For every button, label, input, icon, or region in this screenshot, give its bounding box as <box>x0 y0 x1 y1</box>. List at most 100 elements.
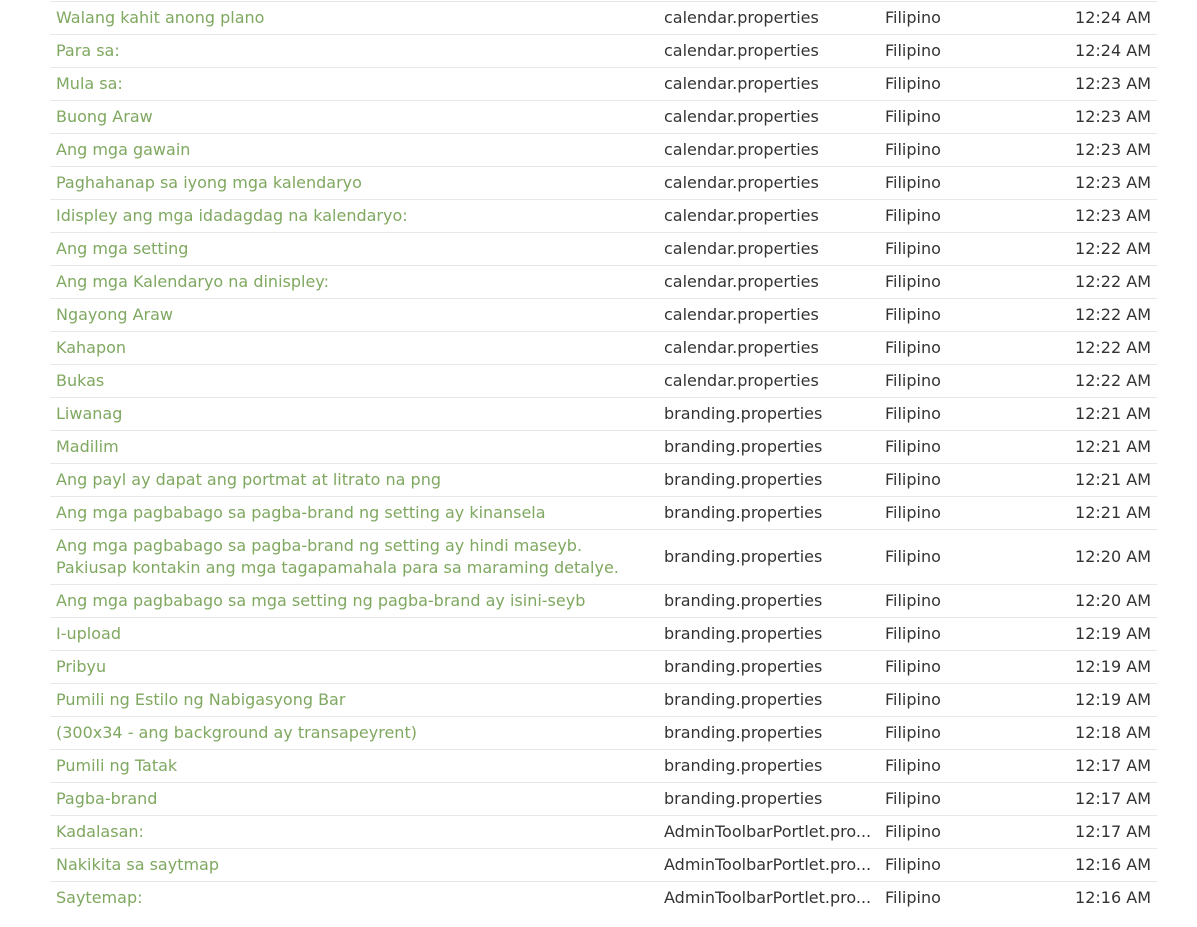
translation-text-cell: Ang mga gawain <box>50 134 658 167</box>
translation-text-link[interactable]: Ang mga pagbabago sa mga setting ng pagb… <box>56 591 585 610</box>
resource-file-cell: calendar.properties <box>664 8 819 27</box>
table-row: Ang payl ay dapat ang portmat at litrato… <box>50 463 1157 497</box>
translation-text-cell: Pumili ng Tatak <box>50 750 658 783</box>
translation-text-link[interactable]: Para sa: <box>56 41 120 60</box>
translation-text-link[interactable]: Walang kahit anong plano <box>56 8 264 27</box>
timestamp-cell: 12:17 AM <box>1075 789 1151 808</box>
translation-text-cell: Ang mga setting <box>50 233 658 266</box>
resource-file-cell: branding.properties <box>664 591 823 610</box>
translation-text-link[interactable]: Ang mga setting <box>56 239 188 258</box>
translation-text-link[interactable]: Kadalasan: <box>56 822 144 841</box>
resource-file-cell: calendar.properties <box>664 107 819 126</box>
translation-text-link[interactable]: Madilim <box>56 437 119 456</box>
resource-file-cell: AdminToolbarPortlet.pro... <box>664 855 872 874</box>
table-row: Ngayong Araw calendar.properties Filipino 1… <box>50 298 1157 332</box>
translation-text-link[interactable]: Buong Araw <box>56 107 153 126</box>
translation-text-cell: Ang mga pagbabago sa pagba-brand ng sett… <box>50 530 658 585</box>
translation-text-link[interactable]: Ang mga gawain <box>56 140 190 159</box>
language-cell: Filipino <box>885 74 941 93</box>
timestamp-cell: 12:22 AM <box>1075 272 1151 291</box>
timestamp-cell: 12:16 AM <box>1075 855 1151 874</box>
table-row: Bukas calendar.properties Filipino 12:22 AM <box>50 364 1157 398</box>
timestamp-cell: 12:20 AM <box>1075 591 1151 610</box>
translation-text-cell: Paghahanap sa iyong mga kalendaryo <box>50 167 658 200</box>
translation-text-link[interactable]: Pribyu <box>56 657 106 676</box>
table-row: Idispley ang mga idadagdag na kalendaryo… <box>50 199 1157 233</box>
language-cell: Filipino <box>885 437 941 456</box>
translation-text-cell: Para sa: <box>50 35 658 68</box>
translation-text-cell: Kahapon <box>50 332 658 365</box>
language-cell: Filipino <box>885 173 941 192</box>
translation-text-link[interactable]: Ang mga pagbabago sa pagba-brand ng sett… <box>56 536 619 577</box>
translation-text-link[interactable]: Mula sa: <box>56 74 123 93</box>
translation-text-link[interactable]: Pumili ng Tatak <box>56 756 177 775</box>
translation-text-link[interactable]: Saytemap: <box>56 888 142 907</box>
resource-file-cell: calendar.properties <box>664 239 819 258</box>
timestamp-cell: 12:24 AM <box>1075 8 1151 27</box>
resource-file-cell: branding.properties <box>664 657 823 676</box>
translation-text-cell: Pumili ng Estilo ng Nabigasyong Bar <box>50 684 658 717</box>
translation-text-cell: Nakikita sa saytmap <box>50 849 658 882</box>
translation-text-link[interactable]: Nakikita sa saytmap <box>56 855 219 874</box>
resource-file-cell: calendar.properties <box>664 206 819 225</box>
resource-file-cell: calendar.properties <box>664 305 819 324</box>
timestamp-cell: 12:20 AM <box>1075 547 1151 566</box>
timestamp-cell: 12:23 AM <box>1075 107 1151 126</box>
translations-table-body: Walang kahit anong plano calendar.propert… <box>50 1 1157 915</box>
resource-file-cell: branding.properties <box>664 547 823 566</box>
translation-text-link[interactable]: Idispley ang mga idadagdag na kalendaryo… <box>56 206 408 225</box>
timestamp-cell: 12:19 AM <box>1075 657 1151 676</box>
translations-table: Walang kahit anong plano calendar.propert… <box>50 1 1157 914</box>
translation-text-link[interactable]: Paghahanap sa iyong mga kalendaryo <box>56 173 362 192</box>
translation-text-link[interactable]: Pagba-brand <box>56 789 157 808</box>
timestamp-cell: 12:21 AM <box>1075 404 1151 423</box>
table-row: Pumili ng Estilo ng Nabigasyong Bar brand… <box>50 683 1157 717</box>
translation-text-link[interactable]: (300x34 - ang background ay transapeyren… <box>56 723 417 742</box>
table-row: Mula sa: calendar.properties Filipino 12:23… <box>50 67 1157 101</box>
language-cell: Filipino <box>885 888 941 907</box>
language-cell: Filipino <box>885 107 941 126</box>
timestamp-cell: 12:18 AM <box>1075 723 1151 742</box>
timestamp-cell: 12:16 AM <box>1075 888 1151 907</box>
translation-text-link[interactable]: Kahapon <box>56 338 126 357</box>
resource-file-cell: branding.properties <box>664 723 823 742</box>
language-cell: Filipino <box>885 272 941 291</box>
translation-text-link[interactable]: Pumili ng Estilo ng Nabigasyong Bar <box>56 690 345 709</box>
timestamp-cell: 12:23 AM <box>1075 140 1151 159</box>
resource-file-cell: branding.properties <box>664 624 823 643</box>
translation-text-link[interactable]: Liwanag <box>56 404 122 423</box>
translation-text-cell: Liwanag <box>50 398 658 431</box>
table-row: Madilim branding.properties Filipino 12:21 … <box>50 430 1157 464</box>
table-row: Kahapon calendar.properties Filipino 12:22 … <box>50 331 1157 365</box>
resource-file-cell: branding.properties <box>664 503 823 522</box>
translation-text-cell: Mula sa: <box>50 68 658 101</box>
resource-file-cell: AdminToolbarPortlet.pro... <box>664 822 872 841</box>
translation-text-cell: Ang mga Kalendaryo na dinispley: <box>50 266 658 299</box>
resource-file-cell: calendar.properties <box>664 173 819 192</box>
table-row: Para sa: calendar.properties Filipino 12:24… <box>50 34 1157 68</box>
language-cell: Filipino <box>885 8 941 27</box>
translation-text-link[interactable]: Ang payl ay dapat ang portmat at litrato… <box>56 470 441 489</box>
table-row: Ang mga setting calendar.properties Filipi… <box>50 232 1157 266</box>
table-row: Kadalasan: AdminToolbarPortlet.pro... Fili… <box>50 815 1157 849</box>
translation-text-link[interactable]: Ngayong Araw <box>56 305 173 324</box>
translation-text-link[interactable]: I-upload <box>56 624 121 643</box>
table-row: (300x34 - ang background ay transapeyren… <box>50 716 1157 750</box>
table-row: Paghahanap sa iyong mga kalendaryo calend… <box>50 166 1157 200</box>
language-cell: Filipino <box>885 239 941 258</box>
translation-text-link[interactable]: Ang mga pagbabago sa pagba-brand ng sett… <box>56 503 546 522</box>
language-cell: Filipino <box>885 503 941 522</box>
translation-text-cell: Bukas <box>50 365 658 398</box>
language-cell: Filipino <box>885 338 941 357</box>
translation-text-link[interactable]: Ang mga Kalendaryo na dinispley: <box>56 272 329 291</box>
translation-text-link[interactable]: Bukas <box>56 371 104 390</box>
language-cell: Filipino <box>885 756 941 775</box>
resource-file-cell: AdminToolbarPortlet.pro... <box>664 888 872 907</box>
table-row: I-upload branding.properties Filipino 12:19… <box>50 617 1157 651</box>
resource-file-cell: branding.properties <box>664 437 823 456</box>
resource-file-cell: branding.properties <box>664 690 823 709</box>
timestamp-cell: 12:23 AM <box>1075 173 1151 192</box>
translation-text-cell: Buong Araw <box>50 101 658 134</box>
language-cell: Filipino <box>885 855 941 874</box>
table-row: Ang mga pagbabago sa mga setting ng pagb… <box>50 584 1157 618</box>
